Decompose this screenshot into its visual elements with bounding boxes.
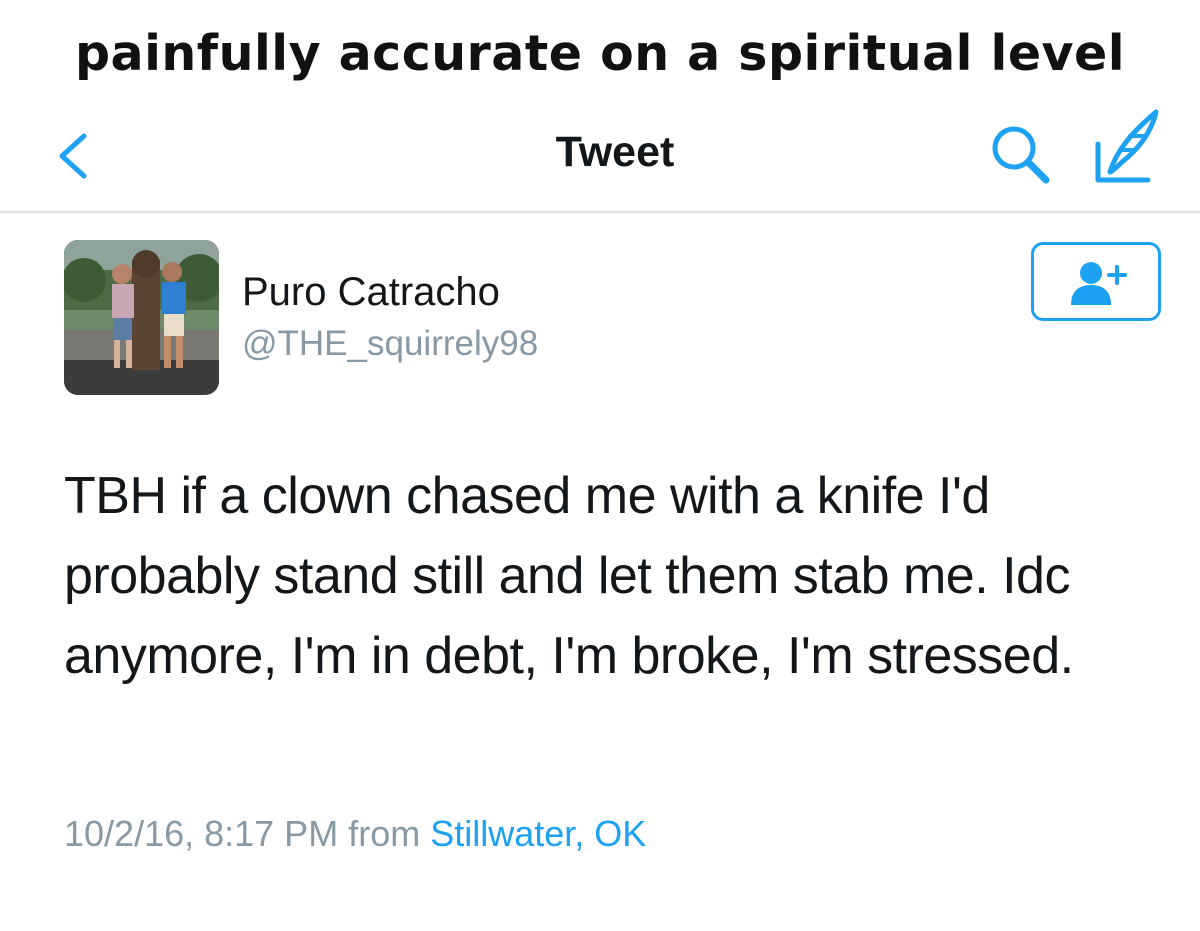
- compose-button[interactable]: [1090, 104, 1164, 188]
- header-divider: [0, 211, 1200, 213]
- location-link[interactable]: Stillwater, OK: [430, 813, 646, 854]
- navigation-bar: Tweet: [0, 104, 1200, 212]
- tweet-timestamp: 10/2/16, 8:17 PM: [64, 813, 339, 854]
- user-handle[interactable]: @THE_squirrely98: [242, 322, 538, 366]
- tweet-text: TBH if a clown chased me with a knife I'…: [64, 467, 1074, 685]
- avatar-photo: [64, 240, 219, 395]
- tweet-meta: 10/2/16, 8:17 PM from Stillwater, OK: [64, 810, 646, 858]
- search-icon: [992, 126, 1050, 184]
- from-label: from: [348, 813, 421, 854]
- follow-button[interactable]: [1031, 242, 1161, 321]
- meme-caption: painfully accurate on a spiritual level: [74, 25, 1126, 82]
- display-name[interactable]: Puro Catracho: [242, 268, 500, 316]
- avatar[interactable]: [64, 240, 219, 395]
- add-user-icon: [1071, 262, 1127, 305]
- compose-icon: [1095, 109, 1159, 183]
- search-button[interactable]: [988, 122, 1054, 188]
